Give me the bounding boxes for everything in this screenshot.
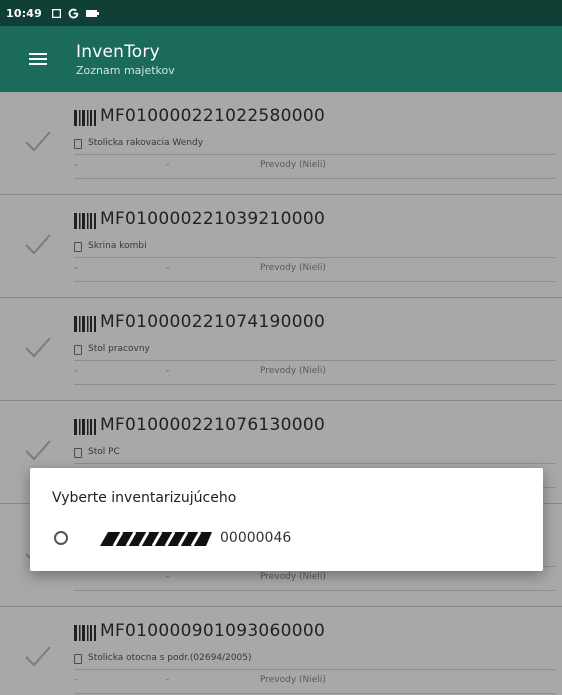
redacted-text-mark [100, 532, 212, 546]
radio-button[interactable] [54, 531, 68, 545]
battery-icon [86, 9, 100, 18]
dialog-title: Vyberte inventarizujúceho [52, 490, 237, 506]
dialog-scrim[interactable] [0, 92, 562, 695]
app-title: InvenTory [76, 41, 160, 62]
status-bar: 10:49 [0, 0, 562, 26]
notification-square-icon [52, 8, 62, 18]
hamburger-menu-icon[interactable] [0, 26, 76, 92]
select-inventory-taker-dialog: Vyberte inventarizujúceho 00000046 [30, 468, 543, 571]
app-bar: InvenTory Zoznam majetkov [0, 26, 562, 92]
dialog-option-text[interactable]: 00000046 [220, 530, 291, 546]
app-subtitle: Zoznam majetkov [76, 63, 175, 77]
status-time: 10:49 [6, 6, 43, 20]
google-icon [68, 8, 79, 19]
